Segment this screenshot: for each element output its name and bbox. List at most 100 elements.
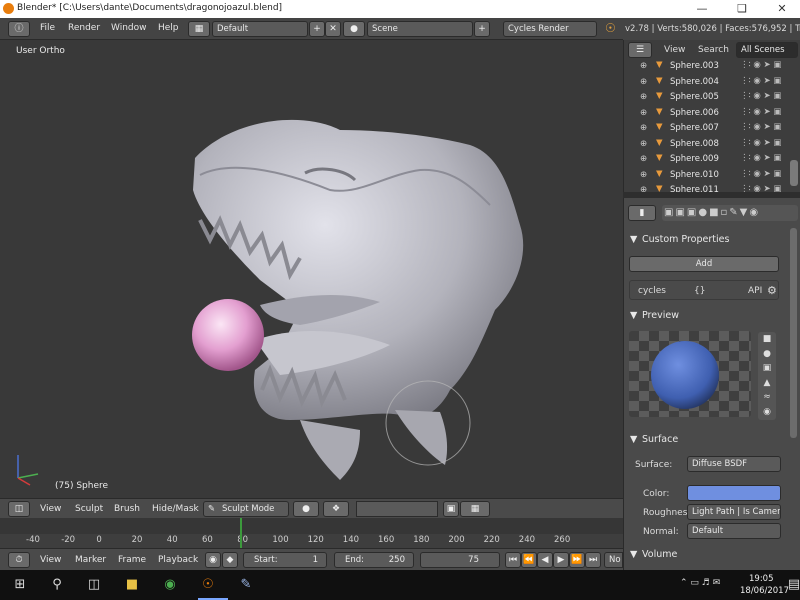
expand-icon[interactable]: ⊕ <box>640 170 647 180</box>
play-icon[interactable]: ▶ <box>553 552 569 568</box>
custom-properties-panel-header[interactable]: ▼ Custom Properties <box>624 233 794 251</box>
restrict-icons[interactable]: ⋮∶ ◉ ➤ ▣ <box>740 169 781 179</box>
surface-panel-header[interactable]: ▼ Surface <box>624 433 794 451</box>
object-name[interactable]: Sphere.009 <box>670 154 719 164</box>
restrict-icons[interactable]: ⋮∶ ◉ ➤ ▣ <box>740 91 781 101</box>
minimize-button[interactable]: — <box>682 0 722 18</box>
add-layout-button[interactable]: + <box>309 21 325 37</box>
expand-icon[interactable]: ⊕ <box>640 185 647 192</box>
normal-select[interactable]: Default <box>687 523 781 539</box>
layer-lock-icon[interactable]: ▣ <box>443 501 459 517</box>
properties-editor-type-icon[interactable]: ▮ <box>628 205 656 221</box>
layer-buttons[interactable] <box>356 501 438 517</box>
timeline-editor-type-icon[interactable]: ⏱ <box>8 552 30 568</box>
expand-icon[interactable]: ⊕ <box>640 154 647 164</box>
color-swatch[interactable] <box>687 485 781 501</box>
preview-type-buttons[interactable]: ■ ● ▣ ▲ ≈ ◉ <box>758 332 776 420</box>
outliner-row[interactable]: ⊕ ▼ Sphere.005 ⋮∶ ◉ ➤ ▣ <box>624 90 792 106</box>
expand-icon[interactable]: ⊕ <box>640 139 647 149</box>
editor-type-icon[interactable]: ◫ <box>8 501 30 517</box>
outliner-scrollbar[interactable] <box>790 160 798 186</box>
restrict-icons[interactable]: ⋮∶ ◉ ➤ ▣ <box>740 107 781 117</box>
surface-shader-select[interactable]: Diffuse BSDF <box>687 456 781 472</box>
preview-panel-header[interactable]: ▼ Preview <box>624 309 794 327</box>
shading-select[interactable]: ● <box>293 501 319 517</box>
volume-panel-header[interactable]: ▼ Volume <box>624 548 794 566</box>
render-engine-select[interactable]: Cycles Render <box>503 21 597 37</box>
restrict-icons[interactable]: ⋮∶ ◉ ➤ ▣ <box>740 184 781 192</box>
outliner-editor-type-icon[interactable]: ☰ <box>628 42 652 58</box>
timeline-playhead[interactable] <box>240 518 242 548</box>
properties-scrollbar[interactable] <box>790 228 797 438</box>
timeline-ruler[interactable]: -40 -20 0 20 40 60 80 100 120 140 160 180 200 220 240 2… <box>0 534 623 548</box>
restrict-icons[interactable]: ⋮∶ ◉ ➤ ▣ <box>740 138 781 148</box>
layout-select[interactable]: Default <box>212 21 308 37</box>
menu-frame[interactable]: Frame <box>118 555 146 565</box>
menu-view[interactable]: View <box>40 504 61 514</box>
play-reverse-icon[interactable]: ◀ <box>537 552 553 568</box>
scene-icon[interactable]: ● <box>343 21 365 37</box>
add-property-button[interactable]: Add <box>629 256 779 272</box>
object-name[interactable]: Sphere.003 <box>670 61 719 71</box>
restrict-icons[interactable]: ⋮∶ ◉ ➤ ▣ <box>740 122 781 132</box>
expand-icon[interactable]: ⊕ <box>640 108 647 118</box>
outliner-row[interactable]: ⊕ ▼ Sphere.009 ⋮∶ ◉ ➤ ▣ <box>624 152 792 168</box>
prev-keyframe-icon[interactable]: ⏪ <box>521 552 537 568</box>
maximize-button[interactable]: ❑ <box>722 0 762 18</box>
menu-file[interactable]: File <box>40 23 55 33</box>
object-name[interactable]: Sphere.006 <box>670 108 719 118</box>
current-frame-field[interactable]: 75 <box>420 552 500 568</box>
outliner-row[interactable]: ⊕ ▼ Sphere.004 ⋮∶ ◉ ➤ ▣ <box>624 75 792 91</box>
scene-select[interactable]: Scene <box>367 21 473 37</box>
mode-select[interactable]: ✎ Sculpt Mode <box>203 501 289 517</box>
notifications-icon[interactable]: ▤ <box>784 576 800 594</box>
expand-icon[interactable]: ⊕ <box>640 61 647 71</box>
object-name[interactable]: Sphere.010 <box>670 170 719 180</box>
add-scene-button[interactable]: + <box>474 21 490 37</box>
task-view-icon[interactable]: ◫ <box>84 576 104 594</box>
next-keyframe-icon[interactable]: ⏩ <box>569 552 585 568</box>
expand-icon[interactable]: ⊕ <box>640 92 647 102</box>
outliner-row[interactable]: ⊕ ▼ Sphere.011 ⋮∶ ◉ ➤ ▣ <box>624 183 792 192</box>
sync-select[interactable]: No <box>604 552 623 568</box>
close-button[interactable]: ✕ <box>762 0 800 18</box>
chrome-icon[interactable]: ◉ <box>160 576 180 594</box>
3d-viewport[interactable]: User Ortho (75) Sphere <box>0 40 623 498</box>
menu-marker[interactable]: Marker <box>75 555 106 565</box>
timeline-track[interactable] <box>0 518 623 534</box>
object-name[interactable]: Sphere.007 <box>670 123 719 133</box>
file-explorer-icon[interactable]: ■ <box>122 576 142 594</box>
menu-sculpt[interactable]: Sculpt <box>75 504 103 514</box>
start-frame-field[interactable]: Start: 1 <box>243 552 327 568</box>
outliner-row[interactable]: ⊕ ▼ Sphere.010 ⋮∶ ◉ ➤ ▣ <box>624 168 792 184</box>
jump-start-icon[interactable]: ⏮ <box>505 552 521 568</box>
gear-icon[interactable]: ⚙ <box>767 284 777 297</box>
property-api-button[interactable]: API <box>748 286 762 296</box>
object-name[interactable]: Sphere.005 <box>670 92 719 102</box>
pivot-select[interactable]: ❖ <box>323 501 349 517</box>
remove-layout-button[interactable]: ✕ <box>325 21 341 37</box>
paint-icon[interactable]: ✎ <box>236 576 256 594</box>
menu-brush[interactable]: Brush <box>114 504 140 514</box>
restrict-icons[interactable]: ⋮∶ ◉ ➤ ▣ <box>740 76 781 86</box>
object-name[interactable]: Sphere.004 <box>670 77 719 87</box>
outliner-row[interactable]: ⊕ ▼ Sphere.007 ⋮∶ ◉ ➤ ▣ <box>624 121 792 137</box>
outliner-tab-all-scenes[interactable]: All Scenes <box>736 42 798 58</box>
keyframe-icon[interactable]: ◆ <box>222 552 238 568</box>
screen-layout-icon[interactable]: ▦ <box>188 21 210 37</box>
tray-icons[interactable]: ⌃ ▭ ♬ ✉ <box>680 578 720 588</box>
restrict-icons[interactable]: ⋮∶ ◉ ➤ ▣ <box>740 153 781 163</box>
outliner-row[interactable]: ⊕ ▼ Sphere.006 ⋮∶ ◉ ➤ ▣ <box>624 106 792 122</box>
search-icon[interactable]: ⚲ <box>47 576 67 594</box>
properties-context-tabs[interactable]: ▣▣▣●■▫✎▼◉ <box>662 205 798 221</box>
menu-playback[interactable]: Playback <box>158 555 198 565</box>
menu-window[interactable]: Window <box>111 23 147 33</box>
expand-icon[interactable]: ⊕ <box>640 77 647 87</box>
menu-hide-mask[interactable]: Hide/Mask <box>152 504 199 514</box>
object-name[interactable]: Sphere.008 <box>670 139 719 149</box>
end-frame-field[interactable]: End: 250 <box>334 552 414 568</box>
info-editor-type-icon[interactable]: ⓘ <box>8 21 30 37</box>
record-icon[interactable]: ◉ <box>205 552 221 568</box>
restrict-icons[interactable]: ⋮∶ ◉ ➤ ▣ <box>740 60 781 70</box>
outliner-row[interactable]: ⊕ ▼ Sphere.008 ⋮∶ ◉ ➤ ▣ <box>624 137 792 153</box>
